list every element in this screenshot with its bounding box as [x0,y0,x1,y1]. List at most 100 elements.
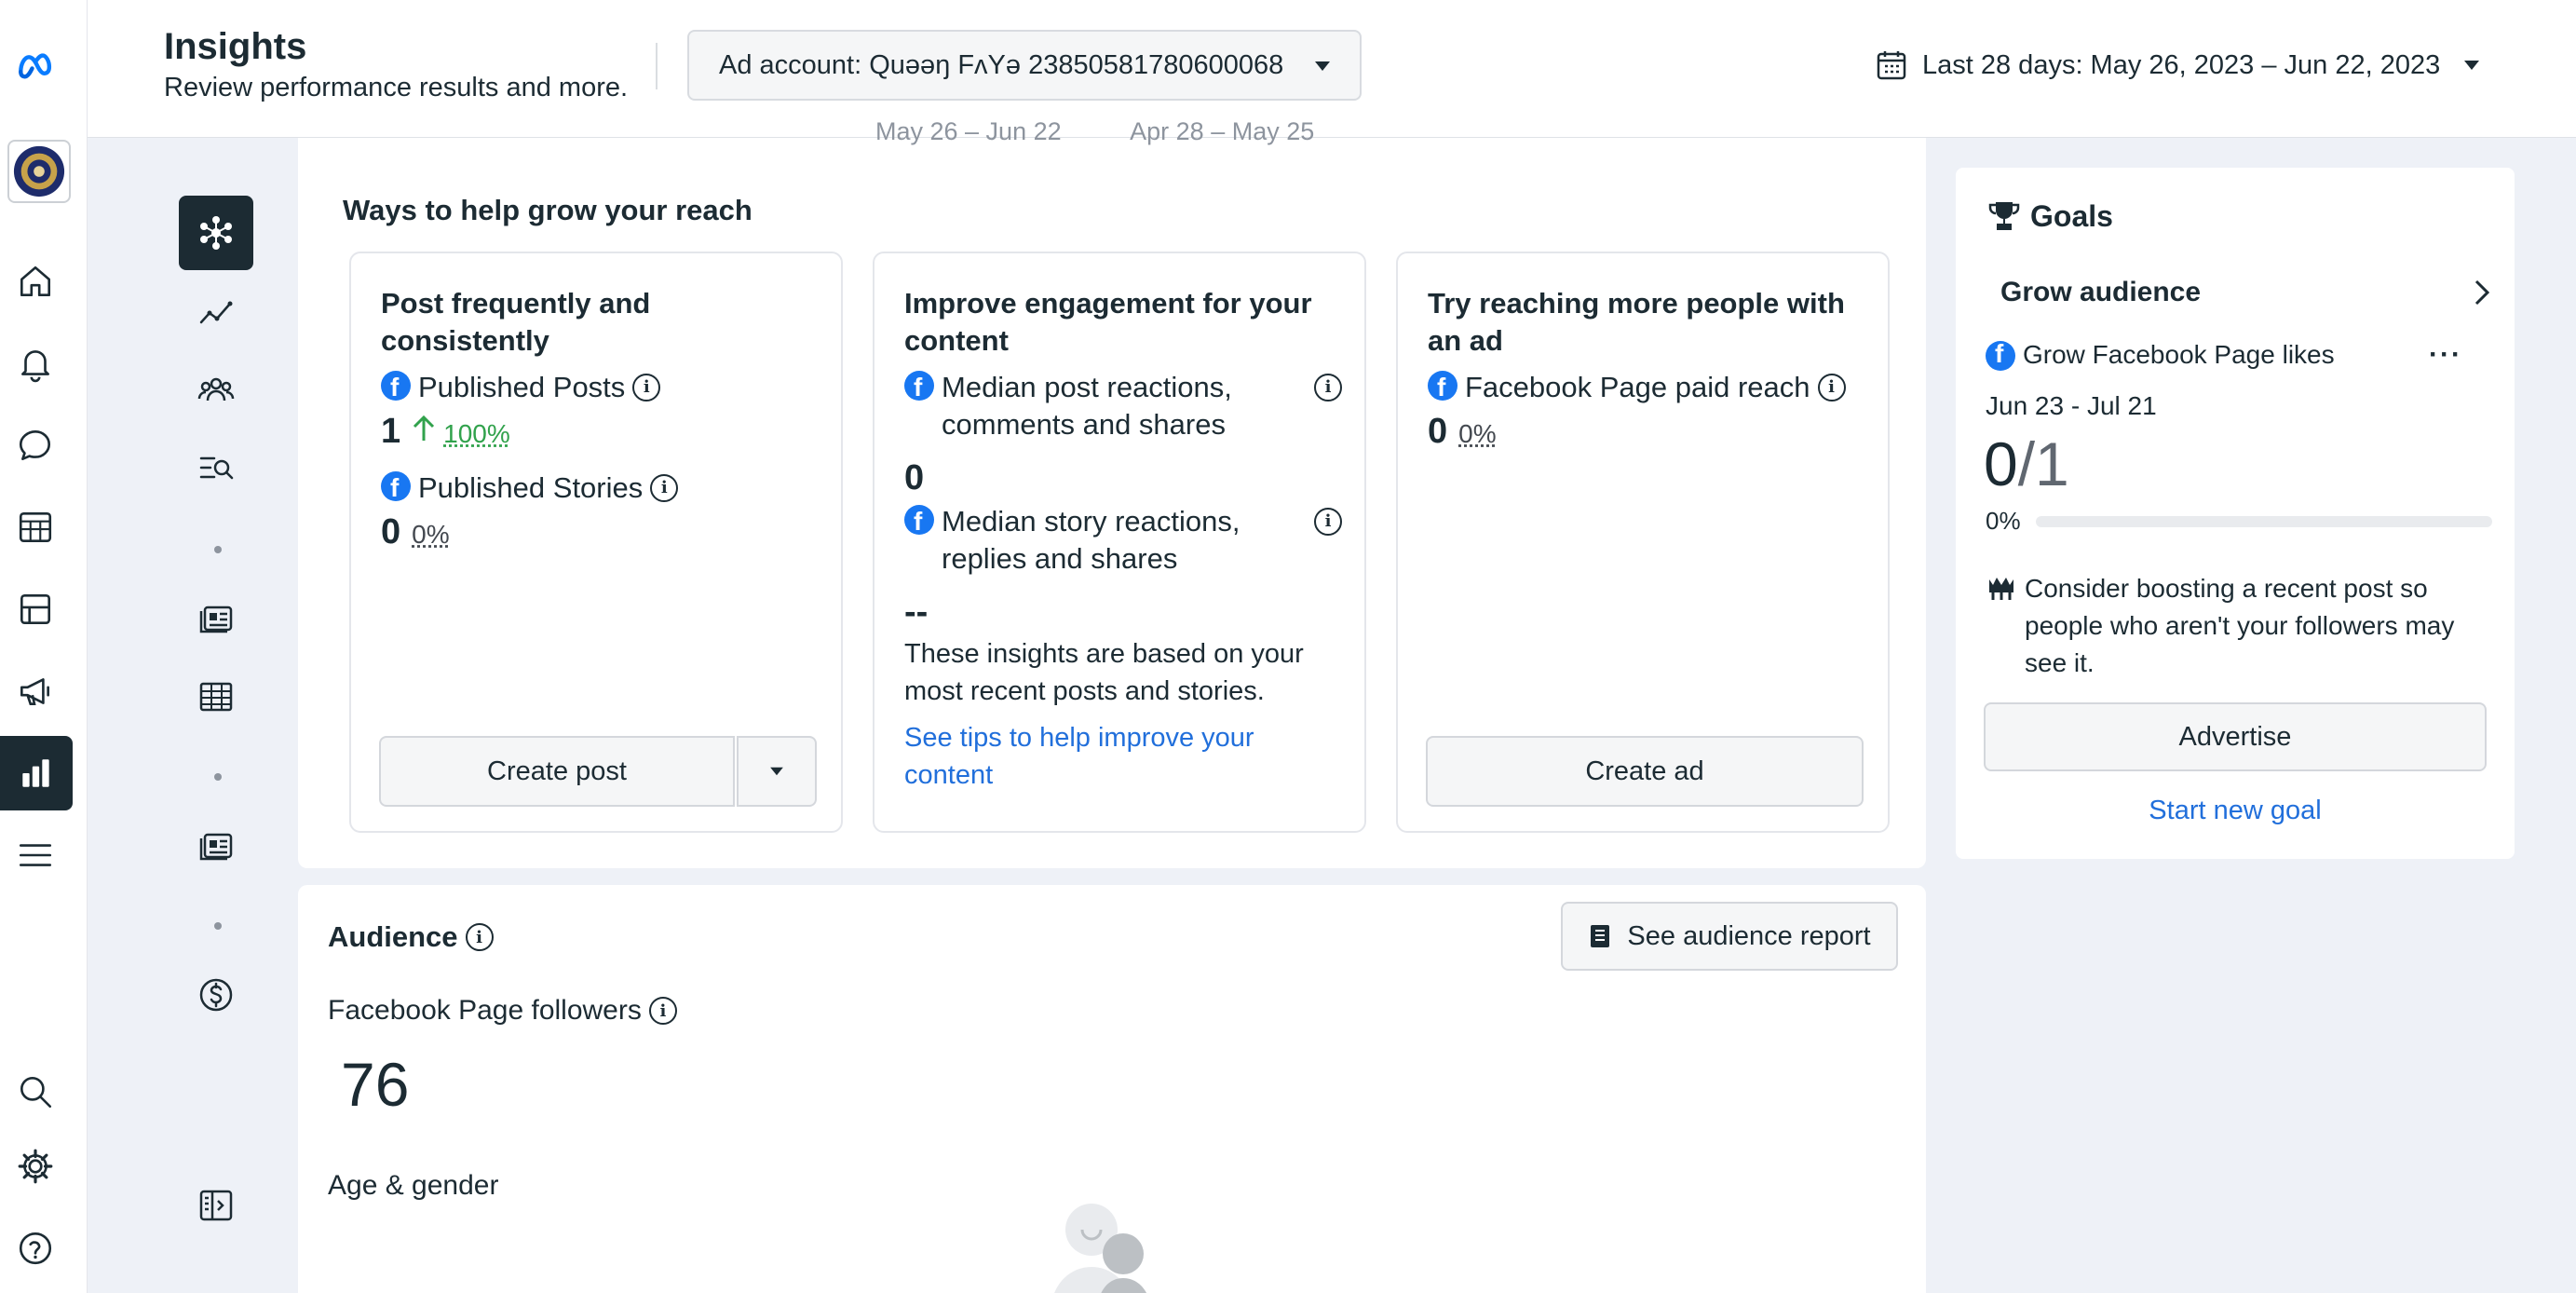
menu-icon[interactable] [11,831,60,879]
info-icon[interactable]: i [1817,374,1846,402]
see-tips-link[interactable]: See tips to help improve your content [904,719,1333,794]
card-title: Improve engagement for your content [904,287,1312,357]
page-subtitle: Review performance results and more. [164,73,629,102]
followers-label: Facebook Page followers [328,995,642,1026]
more-options-icon[interactable]: ··· [2429,339,2462,371]
facebook-icon [381,470,411,507]
metric-value: 0 0% [381,512,450,552]
card-title: Post frequently and consistently [381,287,651,357]
header-divider [656,43,658,89]
percent-change[interactable]: 0% [1458,419,1496,449]
metric-label: Published Stories [418,471,644,504]
bell-icon[interactable] [11,339,60,388]
start-new-goal-link[interactable]: Start new goal [1956,796,2515,826]
progress-current: 0 [1984,429,2018,498]
published-posts-value: 1 [381,412,401,451]
left-rail [0,0,88,1293]
caret-down-icon [1315,61,1330,71]
ad-account-dropdown[interactable]: Ad account: Quəəŋ FʌYə 238505817806000​6… [687,30,1362,101]
facebook-icon [904,503,934,540]
gear-icon[interactable] [11,1142,60,1191]
create-post-menu-button[interactable] [737,736,817,807]
metric-published-stories: Published Stories i [381,470,679,507]
insights-icon[interactable] [0,736,73,810]
followers-count: 76 [341,1050,410,1119]
subnav-separator [214,773,222,781]
metric-published-posts: Published Posts i [381,369,661,406]
subnav-table-icon[interactable] [179,660,253,734]
insights-subnav [88,138,298,1293]
megaphone-icon[interactable] [11,667,60,715]
subnav-separator [214,546,222,553]
ad-account-label: Ad account: Quəəŋ FʌYə 238505817806000​6… [719,49,1284,80]
card-reach-more-people: Try reaching more people with an ad Face… [1396,252,1890,833]
metric-label: Median post reactions, comments and shar… [942,371,1232,441]
facebook-icon [904,369,934,406]
subnav-separator [214,922,222,930]
metric-median-post-reactions: Median post reactions, comments and shar… [904,369,1342,443]
report-icon [1591,925,1610,947]
date-range-label: Last 28 days: May 26, 2023 – Jun 22, 202… [1922,49,2441,80]
caret-down-icon [2464,61,2480,70]
metric-value: -- [904,592,929,632]
card-title: Try reaching more people with an ad [1428,287,1845,357]
advertise-button[interactable]: Advertise [1984,702,2487,771]
see-audience-report-button[interactable]: See audience report [1561,902,1898,971]
metric-label: Facebook Page paid reach [1465,371,1810,403]
metric-value: 0 [904,458,925,497]
calendar-grid-icon[interactable] [11,503,60,551]
goal-date-range: Jun 23 - Jul 21 [1986,391,2157,420]
progress-percent: 0% [1986,507,2021,535]
people-illustration [1043,1202,1164,1293]
create-post-button[interactable]: Create post [379,736,735,807]
info-icon[interactable]: i [648,997,677,1025]
see-audience-report-label: See audience report [1627,920,1871,951]
grow-reach-title: Ways to help grow your reach [343,194,752,226]
subnav-ads-icon[interactable] [179,581,253,656]
goal-progress-bar [2036,516,2492,527]
chevron-right-icon [2474,279,2490,306]
facebook-icon [1428,369,1457,406]
percent-change[interactable]: 0% [412,520,449,550]
info-icon[interactable]: i [465,923,494,951]
facebook-icon [381,369,411,406]
page-avatar[interactable] [7,140,71,203]
date-range-picker[interactable]: Last 28 days: May 26, 2023 – Jun 22, 202… [1876,37,2481,93]
caret-down-icon [770,767,783,776]
subnav-ads-icon[interactable] [179,809,253,883]
card-post-frequently: Post frequently and consistently Publish… [349,252,843,833]
info-icon[interactable]: i [1314,374,1342,402]
home-icon[interactable] [11,257,60,306]
goal-section-title: Grow audience [2000,277,2202,307]
goal-name: Grow Facebook Page likes [2023,340,2335,369]
create-ad-button[interactable]: Create ad [1426,736,1864,807]
subnav-audience-icon[interactable] [179,352,253,427]
meta-logo-icon[interactable] [11,41,60,89]
goals-panel: Goals Grow audience Grow Facebook Page l… [1956,168,2515,859]
chat-icon[interactable] [11,421,60,470]
subnav-monetization-icon[interactable] [179,958,253,1032]
comparison-dates: May 26 – Jun 22 Apr 28 – May 25 [875,117,1315,145]
info-icon[interactable]: i [632,374,661,402]
goal-tip-text: Consider boosting a recent post so peopl… [2025,574,2455,677]
arrow-up-icon [414,415,435,441]
subnav-trends-icon[interactable] [179,274,253,348]
info-icon[interactable]: i [1314,508,1342,536]
audience-header: Audience i [328,920,494,954]
collapse-sidebar-icon[interactable] [179,1168,253,1243]
search-icon[interactable] [11,1068,60,1116]
grow-reach-panel: May 26 – Jun 22 Apr 28 – May 25 Ways to … [298,117,1926,868]
content-icon[interactable] [11,585,60,633]
help-icon[interactable] [11,1224,60,1273]
subnav-content-search-icon[interactable] [179,430,253,505]
audience-panel: Audience i See audience report Facebook … [298,885,1926,1293]
progress-target: /1 [2017,429,2069,498]
percent-change[interactable]: 100% [443,419,510,449]
grow-audience-row[interactable]: Grow audience [2000,272,2492,313]
info-icon[interactable]: i [650,474,679,502]
goal-tip: Consider boosting a recent post so peopl… [1986,570,2488,682]
metric-value: 1 100% [381,412,510,452]
goal-progress-count: 0 /1 [1984,429,2069,499]
subnav-overview-icon[interactable] [179,196,253,270]
trophy-icon [1988,202,2020,230]
